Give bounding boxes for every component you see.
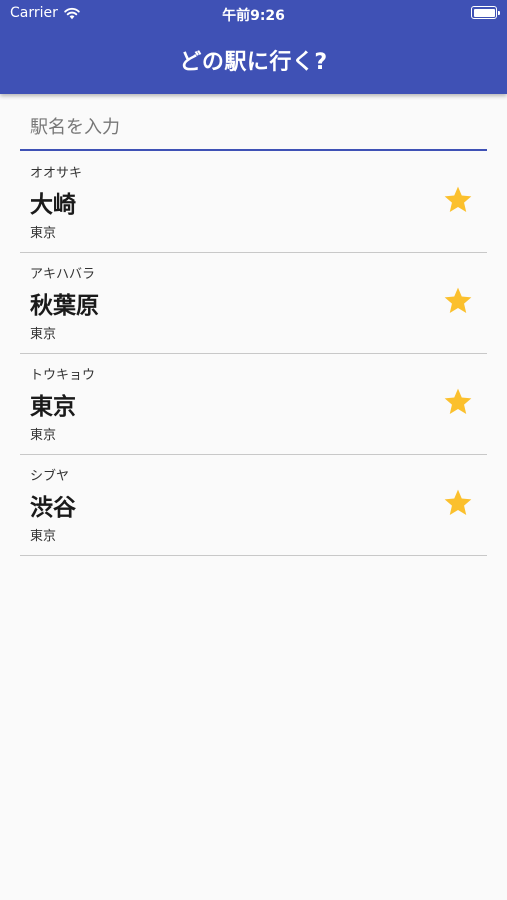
status-time: 午前9:26 bbox=[222, 8, 285, 24]
station-row[interactable]: トウキョウ 東京 東京 bbox=[20, 354, 487, 455]
station-row[interactable]: オオサキ 大崎 東京 bbox=[20, 152, 487, 253]
star-icon[interactable] bbox=[442, 487, 474, 519]
status-bar: Carrier 午前9:26 bbox=[0, 0, 507, 28]
station-name: 秋葉原 bbox=[30, 293, 99, 319]
star-icon[interactable] bbox=[442, 184, 474, 216]
search-input[interactable] bbox=[20, 106, 487, 149]
station-name: 渋谷 bbox=[30, 495, 76, 521]
station-kana: オオサキ bbox=[30, 166, 83, 181]
station-prefecture: 東京 bbox=[30, 428, 57, 443]
station-name: 大崎 bbox=[30, 192, 76, 218]
station-prefecture: 東京 bbox=[30, 529, 57, 544]
station-row[interactable]: アキハバラ 秋葉原 東京 bbox=[20, 253, 487, 354]
battery-icon bbox=[471, 6, 500, 19]
station-kana: シブヤ bbox=[30, 469, 70, 484]
station-prefecture: 東京 bbox=[30, 327, 57, 342]
station-kana: アキハバラ bbox=[30, 267, 96, 282]
station-kana: トウキョウ bbox=[30, 368, 96, 383]
star-icon[interactable] bbox=[442, 285, 474, 317]
station-name: 東京 bbox=[30, 394, 76, 420]
station-prefecture: 東京 bbox=[30, 226, 57, 241]
search-field[interactable] bbox=[20, 106, 487, 151]
station-row[interactable]: シブヤ 渋谷 東京 bbox=[20, 455, 487, 556]
page-title: どの駅に行く? bbox=[179, 50, 328, 75]
app-bar: Carrier 午前9:26 どの駅に行く? bbox=[0, 0, 507, 94]
battery-level bbox=[473, 8, 495, 17]
station-list: オオサキ 大崎 東京 アキハバラ 秋葉原 東京 トウキョウ 東京 東京 シブヤ … bbox=[20, 152, 487, 556]
star-icon[interactable] bbox=[442, 386, 474, 418]
